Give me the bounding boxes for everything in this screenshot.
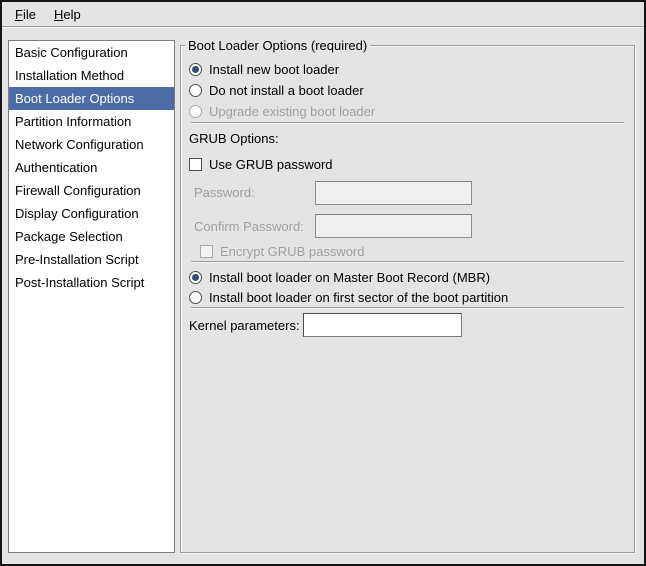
radio-label: Install boot loader on first sector of t… [209,290,508,305]
checkbox-label: Use GRUB password [209,157,333,172]
sidebar-item-pre-installation-script[interactable]: Pre-Installation Script [9,248,174,271]
sidebar-item-boot-loader-options[interactable]: Boot Loader Options [9,87,174,110]
radio-label: Install new boot loader [209,62,339,77]
sidebar-item-basic-configuration[interactable]: Basic Configuration [9,41,174,64]
sidebar-item-network-configuration[interactable]: Network Configuration [9,133,174,156]
sidebar-item-package-selection[interactable]: Package Selection [9,225,174,248]
frame-title: Boot Loader Options (required) [185,37,370,54]
radio-icon[interactable] [189,271,202,284]
radio-icon[interactable] [189,63,202,76]
sidebar-item-authentication[interactable]: Authentication [9,156,174,179]
checkbox-label: Encrypt GRUB password [220,244,365,259]
menu-help-label: Help [54,7,81,22]
section-list: Basic Configuration Installation Method … [8,40,175,553]
checkbox-row-encrypt-grub-password: Encrypt GRUB password [189,242,626,261]
password-input [315,181,472,205]
separator [191,307,624,309]
confirm-password-input [315,214,472,238]
radio-label: Do not install a boot loader [209,83,364,98]
sidebar-item-display-configuration[interactable]: Display Configuration [9,202,174,225]
password-field-row: Password: [189,180,626,205]
menu-file[interactable]: File [6,4,45,25]
kickstart-configurator-window: File Help Basic Configuration Installati… [0,0,646,566]
checkbox-row-use-grub-password[interactable]: Use GRUB password [189,154,626,174]
grub-options-label: GRUB Options: [189,130,626,148]
radio-row-do-not-install[interactable]: Do not install a boot loader [189,80,626,101]
kernel-parameters-row: Kernel parameters: [189,313,626,337]
radio-row-install-on-mbr[interactable]: Install boot loader on Master Boot Recor… [189,267,626,287]
radio-icon [189,105,202,118]
sidebar-item-firewall-configuration[interactable]: Firewall Configuration [9,179,174,202]
radio-icon[interactable] [189,291,202,304]
radio-row-install-on-first-sector[interactable]: Install boot loader on first sector of t… [189,287,626,307]
radio-row-install-new-boot-loader[interactable]: Install new boot loader [189,59,626,80]
checkbox-icon [200,245,213,258]
radio-label: Install boot loader on Master Boot Recor… [209,270,490,285]
checkbox-icon[interactable] [189,158,202,171]
radio-icon[interactable] [189,84,202,97]
menu-help[interactable]: Help [45,4,90,25]
kernel-parameters-input[interactable] [303,313,462,337]
kernel-parameters-label: Kernel parameters: [189,318,303,333]
sidebar-item-partition-information[interactable]: Partition Information [9,110,174,133]
sidebar-item-installation-method[interactable]: Installation Method [9,64,174,87]
menu-file-label: File [15,7,36,22]
sidebar-item-post-installation-script[interactable]: Post-Installation Script [9,271,174,294]
boot-loader-options-frame: Boot Loader Options (required) Install n… [180,45,635,553]
confirm-password-field-row: Confirm Password: [189,214,626,238]
separator [191,122,624,124]
radio-row-upgrade-existing: Upgrade existing boot loader [189,101,626,122]
separator [191,261,624,263]
radio-label: Upgrade existing boot loader [209,104,375,119]
menubar: File Help [2,2,644,27]
password-label: Password: [194,185,315,200]
confirm-password-label: Confirm Password: [194,219,315,234]
